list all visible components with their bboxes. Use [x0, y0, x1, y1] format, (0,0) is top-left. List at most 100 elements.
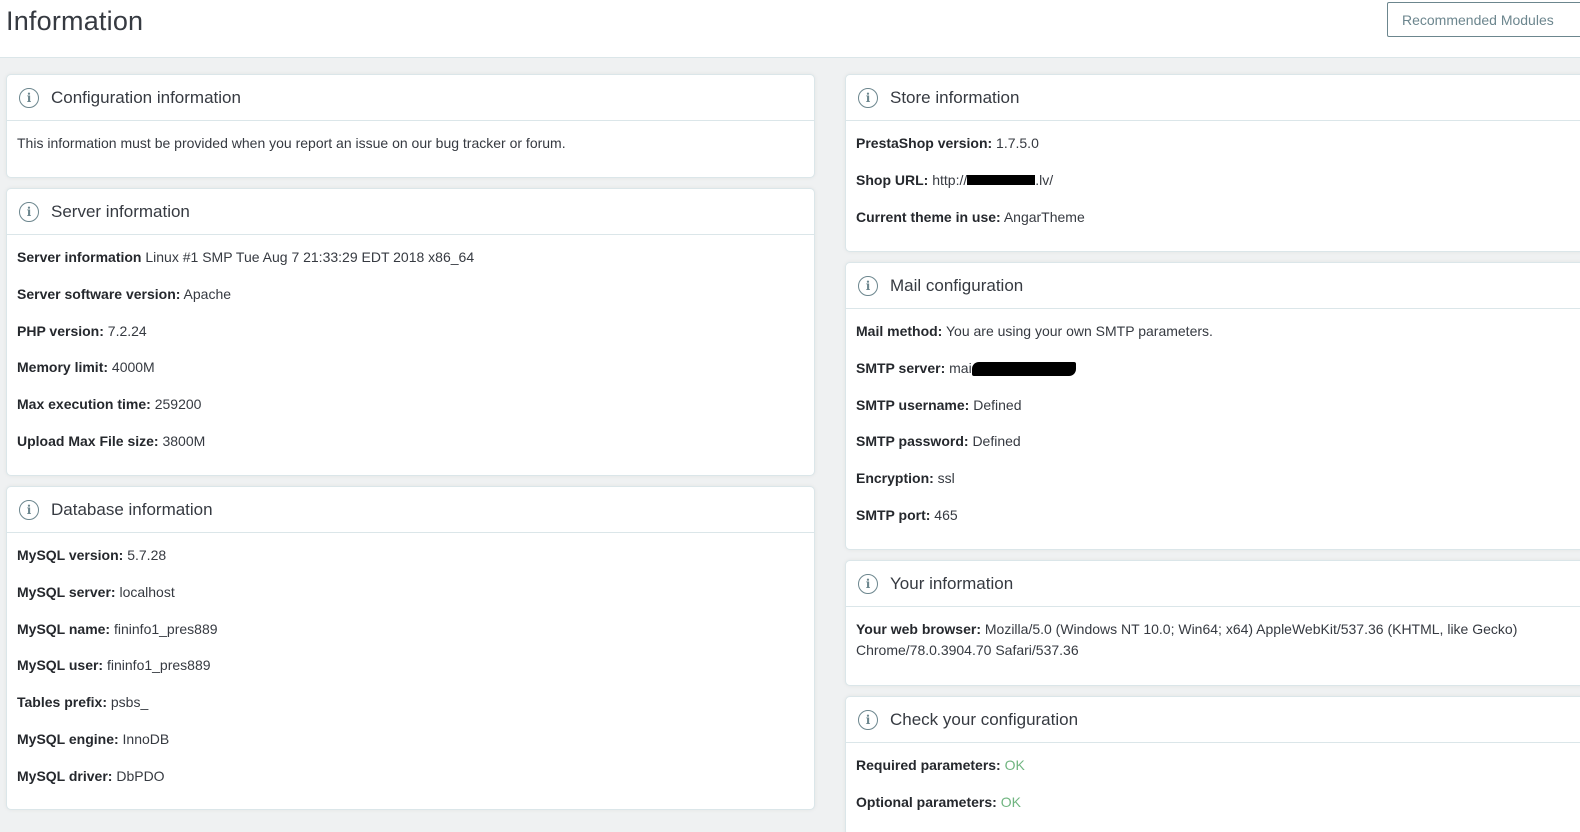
row-label: Server software version:: [17, 285, 181, 302]
info-row: Your web browser: Mozilla/5.0 (Windows N…: [856, 619, 1556, 661]
info-icon: i: [19, 201, 39, 222]
row-value: 4000M: [111, 359, 155, 376]
row-value: 1.7.5.0: [996, 135, 1039, 151]
info-icon: i: [19, 499, 39, 520]
panel-heading: i Store information: [846, 75, 1580, 121]
row-value: fininfo1_pres889: [114, 620, 218, 637]
info-row: Upload Max File size: 3800M: [17, 431, 804, 451]
row-value: Apache: [183, 285, 232, 302]
info-row: SMTP server: mai: [856, 358, 1574, 378]
redaction-mark: [967, 174, 1036, 185]
store-information-panel: i Store information PrestaShop version: …: [845, 74, 1580, 252]
row-value: localhost: [119, 583, 175, 600]
panel-heading: i Your information: [846, 561, 1580, 607]
info-icon: i: [19, 87, 39, 108]
info-row: Required parameters: OK: [856, 755, 1574, 775]
configuration-information-panel: i Configuration information This informa…: [6, 74, 815, 178]
info-row: PHP version: 7.2.24: [17, 321, 804, 341]
row-label: Required parameters:: [856, 757, 1001, 773]
row-value: Defined: [973, 396, 1022, 413]
row-label: SMTP server:: [856, 359, 946, 376]
info-row: MySQL engine: InnoDB: [17, 729, 804, 749]
info-icon: i: [858, 709, 878, 730]
row-label: MySQL version:: [17, 547, 124, 563]
panel-heading: i Configuration information: [7, 75, 814, 121]
row-label: MySQL user:: [17, 657, 104, 674]
config-text: This information must be provided when y…: [17, 135, 566, 151]
row-label: MySQL driver:: [17, 767, 113, 784]
row-label: SMTP username:: [856, 396, 970, 413]
panel-title: Check your configuration: [890, 709, 1079, 729]
row-label: Optional parameters:: [856, 793, 997, 810]
page-header: Information Recommended Modules: [0, 0, 1580, 58]
row-label: Max execution time:: [17, 396, 151, 413]
status-ok: OK: [1000, 793, 1021, 810]
your-information-panel: i Your information Your web browser: Moz…: [845, 560, 1580, 686]
info-icon: i: [858, 275, 878, 296]
row-value: 3800M: [162, 432, 206, 449]
row-value: DbPDO: [116, 767, 165, 784]
status-ok: OK: [1004, 757, 1025, 773]
info-row: Mail method: You are using your own SMTP…: [856, 321, 1574, 341]
row-label: SMTP password:: [856, 433, 969, 450]
redaction-mark: [971, 362, 1076, 377]
left-column: i Configuration information This informa…: [6, 74, 815, 820]
panel-title: Database information: [51, 499, 213, 519]
panel-body: PrestaShop version: 1.7.5.0 Shop URL: ht…: [846, 121, 1580, 243]
info-row: MySQL version: 5.7.28: [17, 545, 804, 565]
row-label: Current theme in use:: [856, 208, 1001, 225]
database-information-panel: i Database information MySQL version: 5.…: [6, 486, 815, 810]
info-row: SMTP username: Defined: [856, 395, 1574, 415]
row-label: MySQL server:: [17, 583, 116, 600]
row-value: ssl: [937, 470, 955, 487]
row-label: PrestaShop version:: [856, 135, 993, 151]
info-row: Tables prefix: psbs_: [17, 692, 804, 712]
info-row: Shop URL: http:// .lv/: [856, 170, 1574, 190]
info-row: Max execution time: 259200: [17, 394, 804, 414]
mail-configuration-panel: i Mail configuration Mail method: You ar…: [845, 262, 1580, 550]
row-value: Linux #1 SMP Tue Aug 7 21:33:29 EDT 2018…: [145, 249, 475, 265]
row-value: fininfo1_pres889: [107, 657, 211, 674]
info-row: Optional parameters: OK: [856, 792, 1574, 812]
row-label: Encryption:: [856, 470, 934, 487]
check-configuration-panel: i Check your configuration Required para…: [845, 696, 1580, 832]
panel-body: Your web browser: Mozilla/5.0 (Windows N…: [846, 607, 1580, 677]
smtp-server-prefix: mai: [949, 359, 972, 376]
row-label: Memory limit:: [17, 359, 109, 376]
info-icon: i: [858, 573, 878, 594]
row-label: Shop URL:: [856, 171, 929, 188]
panel-heading: i Server information: [7, 189, 814, 235]
url-prefix: http://: [932, 171, 968, 188]
info-row: Server information Linux #1 SMP Tue Aug …: [17, 247, 804, 267]
panel-body: This information must be provided when y…: [7, 121, 814, 169]
panel-title: Configuration information: [51, 87, 241, 107]
info-row: Server software version: Apache: [17, 284, 804, 304]
info-row: SMTP password: Defined: [856, 431, 1574, 451]
row-value: AngarTheme: [1003, 208, 1085, 225]
info-row: Encryption: ssl: [856, 468, 1574, 488]
panel-title: Store information: [890, 87, 1020, 107]
right-column: i Store information PrestaShop version: …: [845, 74, 1580, 832]
row-label: SMTP port:: [856, 506, 931, 523]
row-value: 259200: [154, 396, 202, 413]
row-value: 7.2.24: [107, 322, 147, 339]
page-title: Information: [6, 6, 144, 36]
panel-heading: i Check your configuration: [846, 697, 1580, 743]
info-row: SMTP port: 465: [856, 505, 1574, 525]
panel-heading: i Database information: [7, 487, 814, 533]
panel-heading: i Mail configuration: [846, 263, 1580, 309]
info-row: PrestaShop version: 1.7.5.0: [856, 133, 1574, 153]
url-suffix: .lv/: [1035, 171, 1054, 188]
row-value: 465: [934, 506, 958, 523]
panel-body: Mail method: You are using your own SMTP…: [846, 309, 1580, 541]
recommended-modules-button[interactable]: Recommended Modules: [1387, 2, 1580, 37]
row-value: InnoDB: [122, 730, 170, 747]
panel-title: Your information: [890, 573, 1014, 593]
info-row: MySQL user: fininfo1_pres889: [17, 655, 804, 675]
row-label: MySQL engine:: [17, 730, 119, 747]
info-row: MySQL server: localhost: [17, 582, 804, 602]
panel-body: Required parameters: OK Optional paramet…: [846, 743, 1580, 828]
row-value: You are using your own SMTP parameters.: [945, 323, 1213, 339]
panel-title: Mail configuration: [890, 275, 1024, 295]
panel-title: Server information: [51, 201, 190, 221]
